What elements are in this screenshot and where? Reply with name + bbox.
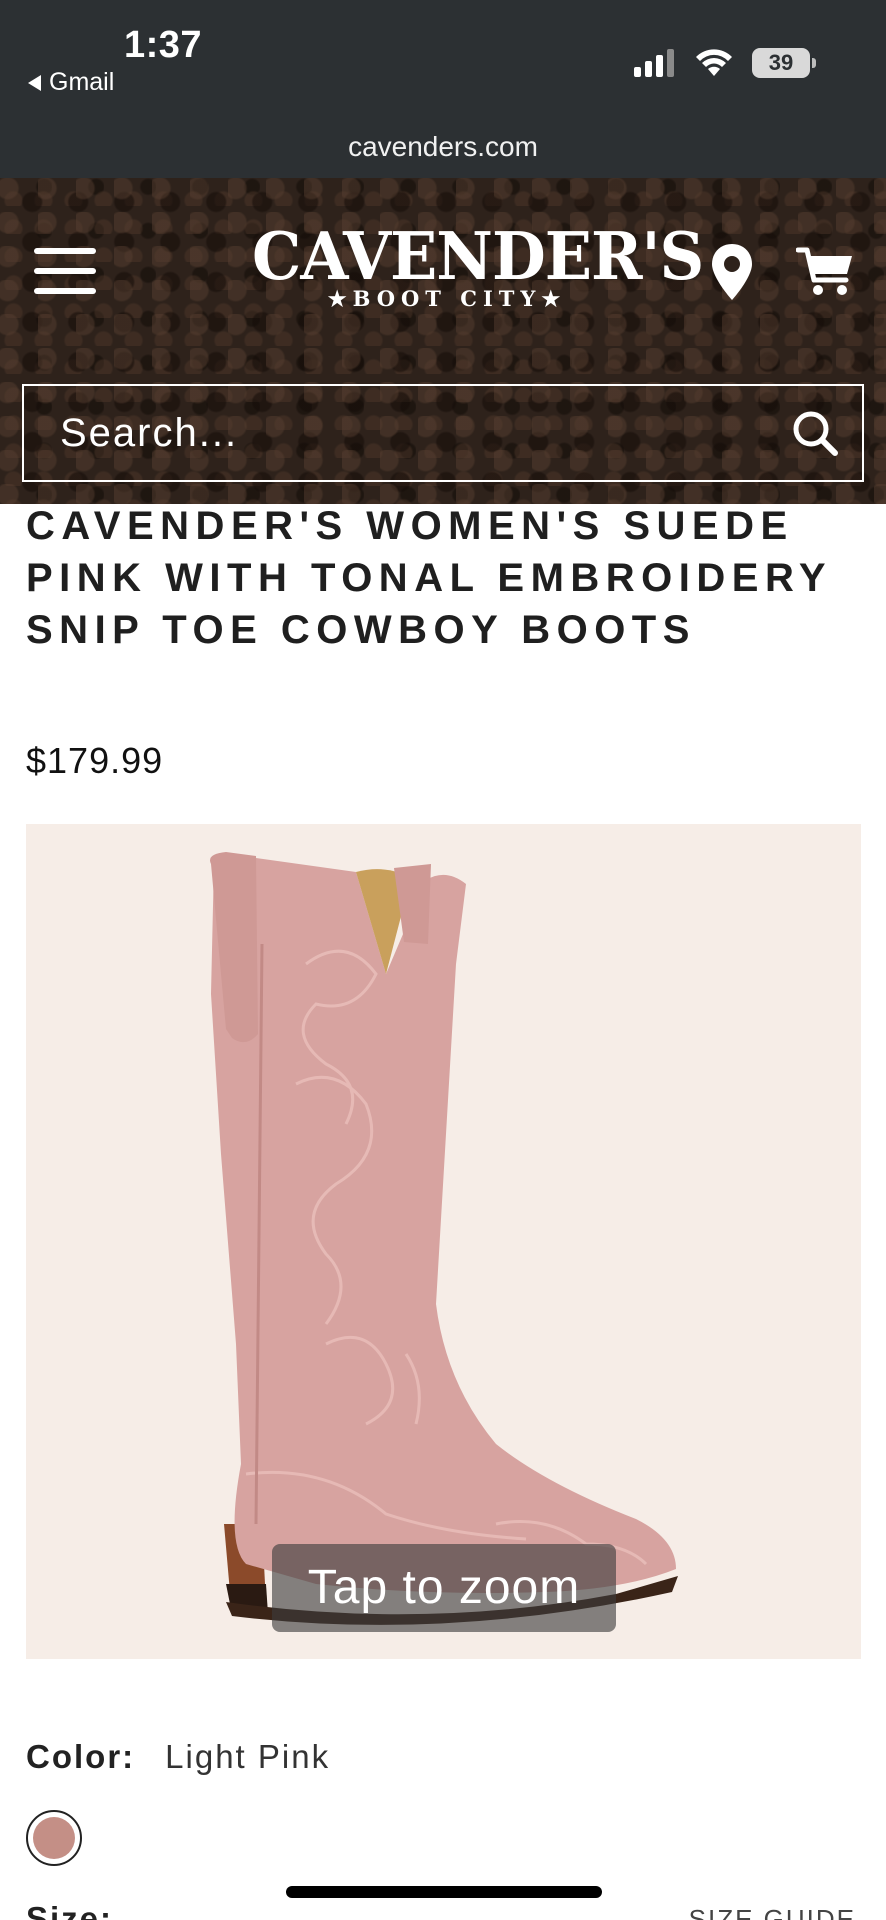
tap-to-zoom-label[interactable]: Tap to zoom	[272, 1544, 616, 1632]
product-price: $179.99	[26, 740, 164, 781]
size-guide-link[interactable]: SIZE GUIDE	[689, 1904, 856, 1920]
home-indicator	[286, 1886, 602, 1898]
url-text: cavenders.com	[348, 131, 538, 162]
status-bar: 1:37 Gmail 39	[0, 0, 886, 112]
status-icons: 39	[634, 48, 816, 78]
site-header: CAVENDER'S ★BOOT CITY★	[0, 178, 886, 504]
color-label: Color:	[26, 1738, 136, 1775]
color-row: Color: Light Pink	[26, 1738, 330, 1776]
back-to-app-link[interactable]: Gmail	[28, 68, 114, 97]
product-image[interactable]: Tap to zoom	[26, 824, 861, 1659]
logo[interactable]: CAVENDER'S ★BOOT CITY★	[252, 218, 704, 322]
product-title: CAVENDER'S WOMEN'S SUEDE PINK WITH TONAL…	[26, 504, 832, 652]
color-swatch-light-pink[interactable]	[26, 1810, 82, 1866]
hamburger-icon	[34, 248, 96, 254]
back-arrow-icon	[28, 74, 41, 91]
battery-icon: 39	[752, 48, 816, 78]
location-pin-icon[interactable]	[708, 242, 756, 302]
signal-icon	[634, 49, 674, 77]
hamburger-line	[34, 268, 96, 274]
battery-level: 39	[768, 50, 794, 75]
boot-image	[210, 852, 678, 1625]
url-bar[interactable]: cavenders.com	[0, 112, 886, 178]
logo-main-text: CAVENDER'S	[252, 218, 704, 295]
hamburger-line	[34, 288, 96, 294]
color-value: Light Pink	[165, 1738, 331, 1775]
search-icon[interactable]	[790, 408, 840, 458]
search-bar	[22, 384, 864, 482]
menu-button[interactable]	[34, 248, 96, 294]
swatch-color-fill	[33, 1817, 75, 1859]
wifi-icon	[696, 49, 732, 76]
status-time: 1:37	[124, 24, 203, 66]
back-app-label: Gmail	[49, 68, 115, 96]
cart-icon[interactable]	[796, 246, 854, 298]
size-label: Size:	[26, 1900, 114, 1920]
search-input[interactable]	[60, 410, 790, 456]
